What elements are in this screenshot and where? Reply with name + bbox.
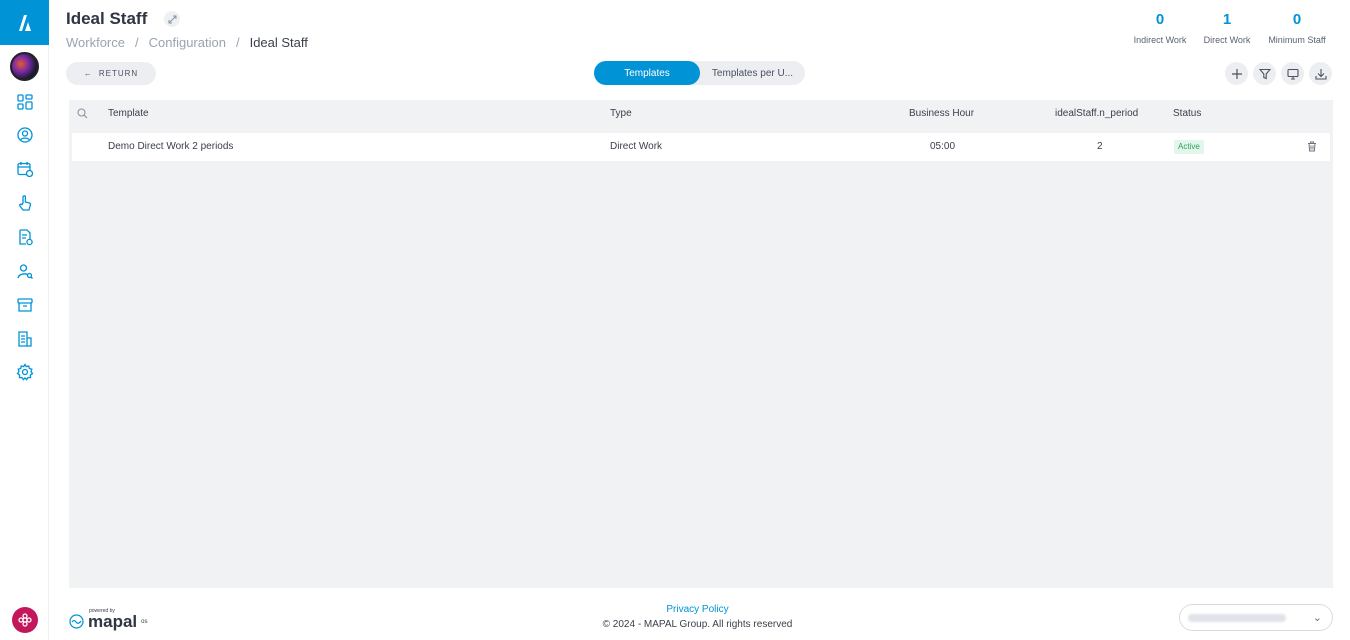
- search-icon[interactable]: [77, 108, 88, 122]
- column-header-n-period[interactable]: idealStaff.n_period: [1055, 100, 1138, 128]
- copyright-text: © 2024 - MAPAL Group. All rights reserve…: [602, 619, 793, 630]
- filter-button[interactable]: [1253, 62, 1276, 85]
- return-button[interactable]: ← RETURN: [66, 62, 156, 85]
- stat-label: Direct Work: [1203, 35, 1251, 45]
- return-label: RETURN: [98, 69, 139, 78]
- monitor-icon: [1286, 68, 1299, 80]
- table-row[interactable]: Demo Direct Work 2 periods Direct Work 0…: [72, 133, 1330, 161]
- filter-icon: [1258, 68, 1271, 79]
- stats-panel: 0 Indirect Work 1 Direct Work 0 Minimum …: [1127, 10, 1333, 45]
- expand-button[interactable]: [164, 11, 180, 27]
- dashboard-icon[interactable]: [15, 92, 35, 112]
- trash-icon[interactable]: [1307, 141, 1317, 155]
- chevron-down-icon: ⌄: [1312, 612, 1322, 624]
- tab-switcher: Templates Templates per U...: [594, 61, 805, 85]
- breadcrumb-configuration[interactable]: Configuration: [149, 35, 226, 50]
- stat-minimum-staff: 0 Minimum Staff: [1261, 10, 1333, 45]
- add-button[interactable]: [1225, 62, 1248, 85]
- app-logo[interactable]: [0, 0, 49, 45]
- column-header-status[interactable]: Status: [1173, 100, 1201, 128]
- calendar-clock-icon[interactable]: [15, 159, 35, 179]
- stat-label: Indirect Work: [1133, 35, 1187, 45]
- breadcrumb-separator: /: [235, 35, 240, 50]
- cell-n-period: 2: [1097, 141, 1103, 152]
- avatar[interactable]: [10, 52, 39, 81]
- breadcrumb-separator: /: [135, 35, 139, 50]
- stat-indirect-work: 0 Indirect Work: [1127, 10, 1193, 45]
- hand-pointer-icon[interactable]: [15, 193, 35, 213]
- page-title: Ideal Staff: [66, 9, 148, 28]
- column-header-type[interactable]: Type: [610, 100, 632, 128]
- archive-icon[interactable]: [15, 295, 35, 315]
- expand-icon: [168, 15, 176, 23]
- cell-template: Demo Direct Work 2 periods: [108, 141, 234, 152]
- plus-icon: [1231, 68, 1242, 79]
- settings-icon[interactable]: [15, 362, 35, 382]
- table-header: Template Type Business Hour idealStaff.n…: [69, 100, 1333, 128]
- user-circle-icon[interactable]: [15, 125, 35, 145]
- display-button[interactable]: [1281, 62, 1304, 85]
- selected-value-blurred: [1188, 614, 1286, 622]
- document-clock-icon[interactable]: [15, 227, 35, 247]
- stat-value: 1: [1222, 11, 1232, 28]
- privacy-policy-link[interactable]: Privacy Policy: [0, 604, 1350, 615]
- tab-templates-per-unit[interactable]: Templates per U...: [700, 61, 805, 85]
- breadcrumb-workforce[interactable]: Workforce: [66, 35, 125, 50]
- footer: Privacy Policy © 2024 - MAPAL Group. All…: [0, 604, 1350, 630]
- breadcrumb-current: Ideal Staff: [249, 35, 308, 50]
- user-search-icon[interactable]: [15, 261, 35, 281]
- tab-templates[interactable]: Templates: [594, 61, 700, 85]
- stat-direct-work: 1 Direct Work: [1193, 10, 1261, 45]
- stat-label: Minimum Staff: [1268, 35, 1326, 45]
- download-icon: [1314, 68, 1327, 80]
- logo-icon: [18, 14, 31, 31]
- breadcrumb: Workforce / Configuration / Ideal Staff: [66, 35, 308, 50]
- cell-type: Direct Work: [610, 141, 663, 152]
- document-list-icon[interactable]: [15, 329, 35, 349]
- stat-value: 0: [1155, 11, 1165, 28]
- sidebar: [0, 0, 49, 640]
- cell-business-hour: 05:00: [930, 141, 956, 152]
- column-header-business-hour[interactable]: Business Hour: [909, 100, 974, 128]
- arrow-left-icon: ←: [83, 69, 93, 78]
- column-header-template[interactable]: Template: [108, 100, 149, 128]
- templates-table: Template Type Business Hour idealStaff.n…: [69, 100, 1333, 588]
- download-button[interactable]: [1309, 62, 1332, 85]
- stat-value: 0: [1292, 11, 1302, 28]
- status-badge: Active: [1174, 140, 1204, 154]
- language-select[interactable]: ⌄: [1179, 604, 1333, 631]
